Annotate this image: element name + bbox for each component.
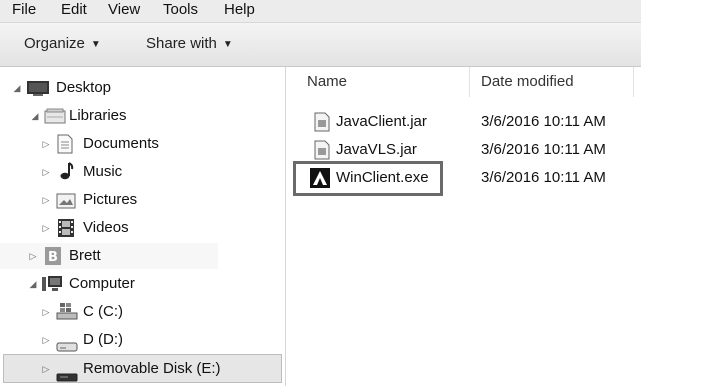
- tree-label-drive-d: D (D:): [83, 331, 123, 348]
- organize-button[interactable]: Organize ▼: [24, 34, 101, 56]
- share-with-label: Share with: [146, 35, 217, 52]
- expand-arrow-icon[interactable]: ▷: [41, 187, 51, 213]
- column-divider[interactable]: [633, 67, 634, 97]
- file-row[interactable]: JavaVLS.jar 3/6/2016 10:11 AM: [286, 137, 641, 163]
- tree-item-computer[interactable]: ◢ Computer: [0, 271, 280, 297]
- file-explorer-window: File Edit View Tools Help Organize ▼ Shar…: [0, 0, 641, 386]
- menu-help[interactable]: Help: [224, 0, 255, 20]
- tree-label-drive-e: Removable Disk (E:): [83, 360, 221, 377]
- share-with-button[interactable]: Share with ▼: [146, 34, 233, 56]
- expand-arrow-icon[interactable]: ▷: [28, 243, 38, 269]
- expand-arrow-icon[interactable]: ▷: [41, 327, 51, 353]
- expand-arrow-icon[interactable]: ▷: [41, 299, 51, 325]
- column-header-date[interactable]: Date modified: [481, 72, 574, 92]
- tree-item-drive-c[interactable]: ▷ C (C:): [0, 299, 280, 325]
- removable-disk-icon: [56, 366, 78, 392]
- expand-arrow-icon[interactable]: ◢: [30, 103, 40, 129]
- tree-label-libraries: Libraries: [69, 107, 127, 124]
- svg-text:B: B: [48, 250, 58, 265]
- menu-bar: File Edit View Tools Help: [0, 0, 641, 23]
- menu-file[interactable]: File: [12, 0, 36, 20]
- command-bar: Organize ▼ Share with ▼: [0, 23, 641, 67]
- file-list-pane: Name Date modified JavaClient.jar 3/6/20…: [286, 67, 641, 386]
- computer-icon: [41, 275, 63, 302]
- jar-file-icon: [314, 112, 330, 137]
- tree-item-drive-e[interactable]: ▷ Removable Disk (E:): [0, 356, 280, 382]
- tree-label-videos: Videos: [83, 219, 129, 236]
- column-header-name[interactable]: Name: [307, 72, 347, 92]
- expand-arrow-icon[interactable]: ▷: [41, 215, 51, 241]
- tree-item-music[interactable]: ▷ Music: [0, 159, 280, 185]
- expand-arrow-icon[interactable]: ◢: [12, 75, 22, 101]
- menu-tools[interactable]: Tools: [163, 0, 198, 20]
- menu-edit[interactable]: Edit: [61, 0, 87, 20]
- tree-item-libraries[interactable]: ◢ Libraries: [0, 103, 280, 129]
- tree-item-user[interactable]: ▷ B Brett: [0, 243, 218, 269]
- tree-item-pictures[interactable]: ▷ Pictures: [0, 187, 280, 213]
- file-name: JavaVLS.jar: [336, 141, 417, 158]
- tree-label-pictures: Pictures: [83, 191, 138, 208]
- expand-arrow-icon[interactable]: ▷: [41, 131, 51, 157]
- tree-label-desktop: Desktop: [56, 79, 112, 96]
- column-divider[interactable]: [469, 67, 470, 97]
- dropdown-arrow-icon: ▼: [90, 39, 101, 50]
- tree-item-desktop[interactable]: ◢ Desktop: [0, 75, 280, 101]
- highlight-callout-box: [293, 161, 443, 196]
- tree-item-drive-d[interactable]: ▷ D (D:): [0, 327, 280, 353]
- menu-view[interactable]: View: [108, 0, 140, 20]
- file-date: 3/6/2016 10:11 AM: [481, 141, 606, 158]
- tree-item-videos[interactable]: ▷ Videos: [0, 215, 280, 241]
- tree-label-documents: Documents: [83, 135, 159, 152]
- tree-label-computer: Computer: [69, 275, 135, 292]
- system-drive-icon: [56, 302, 78, 329]
- music-note-icon: [58, 161, 74, 190]
- file-name: JavaClient.jar: [336, 113, 427, 130]
- dropdown-arrow-icon: ▼: [222, 39, 233, 50]
- tree-label-music: Music: [83, 163, 123, 180]
- tree-label-drive-c: C (C:): [83, 303, 123, 320]
- tree-label-user: Brett: [69, 247, 101, 264]
- expand-arrow-icon[interactable]: ◢: [28, 271, 38, 297]
- expand-arrow-icon[interactable]: ▷: [41, 159, 51, 185]
- file-date: 3/6/2016 10:11 AM: [481, 169, 606, 186]
- tree-item-documents[interactable]: ▷ Documents: [0, 131, 280, 157]
- expand-arrow-icon[interactable]: ▷: [41, 356, 51, 382]
- file-date: 3/6/2016 10:11 AM: [481, 113, 606, 130]
- file-row[interactable]: JavaClient.jar 3/6/2016 10:11 AM: [286, 109, 641, 135]
- organize-label: Organize: [24, 35, 85, 52]
